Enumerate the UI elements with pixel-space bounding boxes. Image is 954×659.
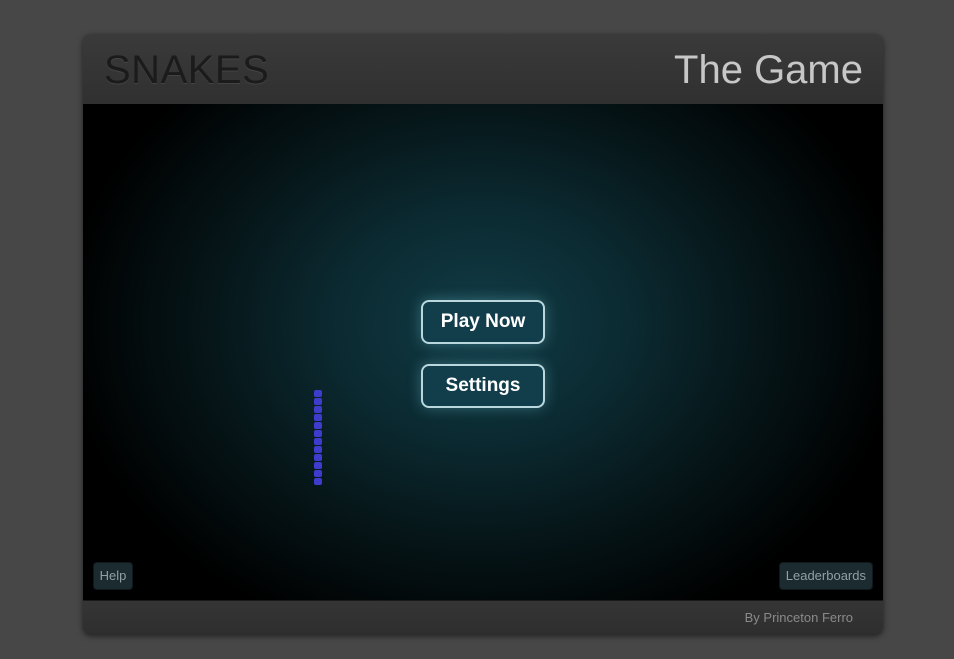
snake-segment — [314, 446, 322, 453]
play-now-button[interactable]: Play Now — [421, 300, 545, 344]
help-button[interactable]: Help — [93, 562, 133, 590]
snake-segment — [314, 430, 322, 437]
snake-segment — [314, 478, 322, 485]
game-title: SNAKES — [104, 48, 270, 92]
leaderboards-button[interactable]: Leaderboards — [778, 562, 873, 590]
snake-segment — [314, 438, 322, 445]
snake-segment — [314, 398, 322, 405]
game-subtitle: The Game — [674, 48, 863, 92]
game-board[interactable]: Play Now Settings Help Leaderboards — [83, 104, 883, 600]
snake-segment — [314, 470, 322, 477]
header-bar: SNAKES The Game — [83, 34, 883, 105]
snake-segment — [314, 414, 322, 421]
settings-button[interactable]: Settings — [421, 364, 545, 408]
snake-segment — [314, 390, 322, 397]
author-credit: By Princeton Ferro — [744, 610, 853, 625]
snake — [314, 390, 322, 486]
game-window: SNAKES The Game Play Now Settings Help L… — [83, 34, 883, 634]
snake-segment — [314, 462, 322, 469]
snake-segment — [314, 422, 322, 429]
snake-segment — [314, 454, 322, 461]
footer-bar: By Princeton Ferro — [83, 600, 883, 634]
snake-segment — [314, 406, 322, 413]
